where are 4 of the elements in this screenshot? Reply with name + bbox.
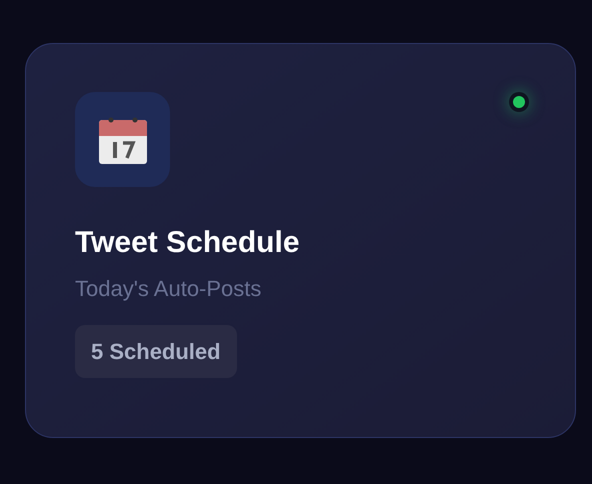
card-title: Tweet Schedule [75,225,301,261]
card-subtitle: Today's Auto-Posts [75,275,262,303]
calendar-icon [75,92,170,187]
scheduled-badge: 5 Scheduled [75,325,237,378]
